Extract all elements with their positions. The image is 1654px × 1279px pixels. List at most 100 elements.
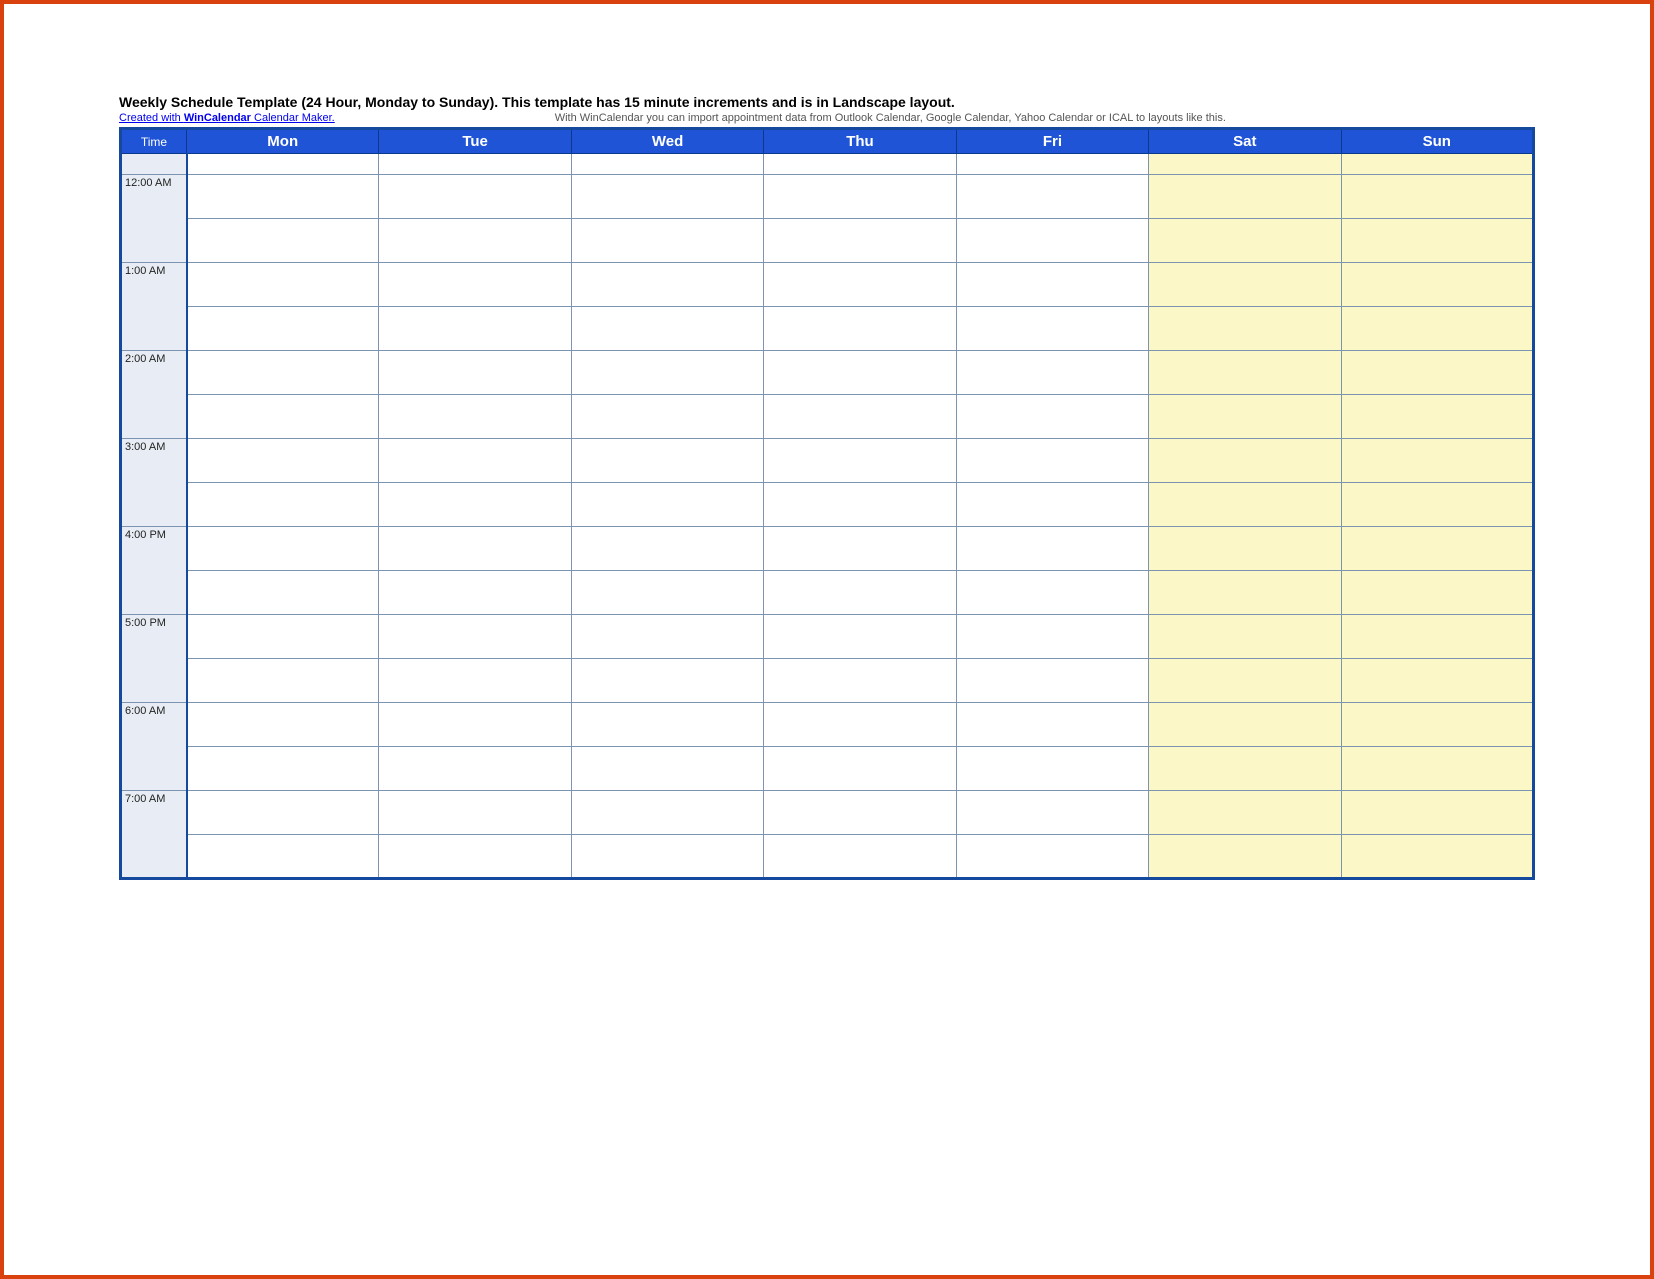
cell[interactable] [764, 395, 956, 439]
cell[interactable] [1341, 351, 1533, 395]
cell[interactable] [1149, 395, 1341, 439]
cell[interactable] [764, 791, 956, 835]
cell[interactable] [956, 615, 1148, 659]
cell[interactable] [1149, 835, 1341, 879]
cell[interactable] [956, 154, 1148, 175]
cell[interactable] [1149, 219, 1341, 263]
credit-link[interactable]: Created with WinCalendar Calendar Maker. [119, 112, 335, 124]
cell[interactable] [956, 747, 1148, 791]
cell[interactable] [571, 175, 763, 219]
cell[interactable] [764, 439, 956, 483]
cell[interactable] [379, 395, 571, 439]
cell[interactable] [571, 395, 763, 439]
cell[interactable] [379, 439, 571, 483]
cell[interactable] [1341, 307, 1533, 351]
cell[interactable] [764, 527, 956, 571]
cell[interactable] [764, 219, 956, 263]
cell[interactable] [956, 395, 1148, 439]
cell[interactable] [1341, 527, 1533, 571]
cell[interactable] [187, 615, 379, 659]
cell[interactable] [1341, 439, 1533, 483]
cell[interactable] [1149, 351, 1341, 395]
cell[interactable] [956, 307, 1148, 351]
cell[interactable] [1341, 175, 1533, 219]
cell[interactable] [1341, 747, 1533, 791]
cell[interactable] [1341, 263, 1533, 307]
cell[interactable] [956, 835, 1148, 879]
cell[interactable] [764, 351, 956, 395]
cell[interactable] [571, 527, 763, 571]
cell[interactable] [956, 351, 1148, 395]
cell[interactable] [764, 483, 956, 527]
cell[interactable] [1341, 219, 1533, 263]
cell[interactable] [379, 791, 571, 835]
cell[interactable] [571, 703, 763, 747]
cell[interactable] [571, 307, 763, 351]
cell[interactable] [1149, 527, 1341, 571]
cell[interactable] [187, 703, 379, 747]
cell[interactable] [1149, 263, 1341, 307]
cell[interactable] [1341, 791, 1533, 835]
cell[interactable] [956, 439, 1148, 483]
cell[interactable] [379, 175, 571, 219]
cell[interactable] [764, 307, 956, 351]
cell[interactable] [379, 483, 571, 527]
cell[interactable] [187, 439, 379, 483]
cell[interactable] [379, 154, 571, 175]
cell[interactable] [571, 571, 763, 615]
cell[interactable] [1341, 395, 1533, 439]
cell[interactable] [379, 703, 571, 747]
cell[interactable] [187, 307, 379, 351]
cell[interactable] [187, 659, 379, 703]
cell[interactable] [956, 483, 1148, 527]
cell[interactable] [379, 527, 571, 571]
cell[interactable] [1149, 175, 1341, 219]
cell[interactable] [187, 395, 379, 439]
cell[interactable] [1149, 791, 1341, 835]
cell[interactable] [1341, 615, 1533, 659]
cell[interactable] [379, 835, 571, 879]
cell[interactable] [764, 175, 956, 219]
cell[interactable] [379, 263, 571, 307]
cell[interactable] [187, 154, 379, 175]
cell[interactable] [379, 659, 571, 703]
cell[interactable] [956, 219, 1148, 263]
cell[interactable] [379, 219, 571, 263]
cell[interactable] [187, 835, 379, 879]
cell[interactable] [1341, 483, 1533, 527]
cell[interactable] [764, 659, 956, 703]
cell[interactable] [1149, 154, 1341, 175]
cell[interactable] [956, 659, 1148, 703]
cell[interactable] [571, 835, 763, 879]
cell[interactable] [764, 835, 956, 879]
cell[interactable] [956, 527, 1148, 571]
cell[interactable] [1341, 571, 1533, 615]
cell[interactable] [1341, 154, 1533, 175]
cell[interactable] [1149, 615, 1341, 659]
cell[interactable] [956, 703, 1148, 747]
cell[interactable] [571, 791, 763, 835]
cell[interactable] [379, 307, 571, 351]
cell[interactable] [1149, 439, 1341, 483]
cell[interactable] [379, 615, 571, 659]
cell[interactable] [571, 747, 763, 791]
cell[interactable] [187, 527, 379, 571]
cell[interactable] [571, 615, 763, 659]
cell[interactable] [1341, 703, 1533, 747]
cell[interactable] [1149, 659, 1341, 703]
cell[interactable] [187, 747, 379, 791]
cell[interactable] [764, 571, 956, 615]
cell[interactable] [764, 747, 956, 791]
cell[interactable] [187, 219, 379, 263]
cell[interactable] [571, 219, 763, 263]
cell[interactable] [956, 791, 1148, 835]
cell[interactable] [764, 703, 956, 747]
cell[interactable] [1149, 703, 1341, 747]
cell[interactable] [571, 439, 763, 483]
cell[interactable] [1149, 483, 1341, 527]
cell[interactable] [187, 175, 379, 219]
cell[interactable] [956, 175, 1148, 219]
cell[interactable] [187, 571, 379, 615]
cell[interactable] [956, 571, 1148, 615]
cell[interactable] [379, 571, 571, 615]
